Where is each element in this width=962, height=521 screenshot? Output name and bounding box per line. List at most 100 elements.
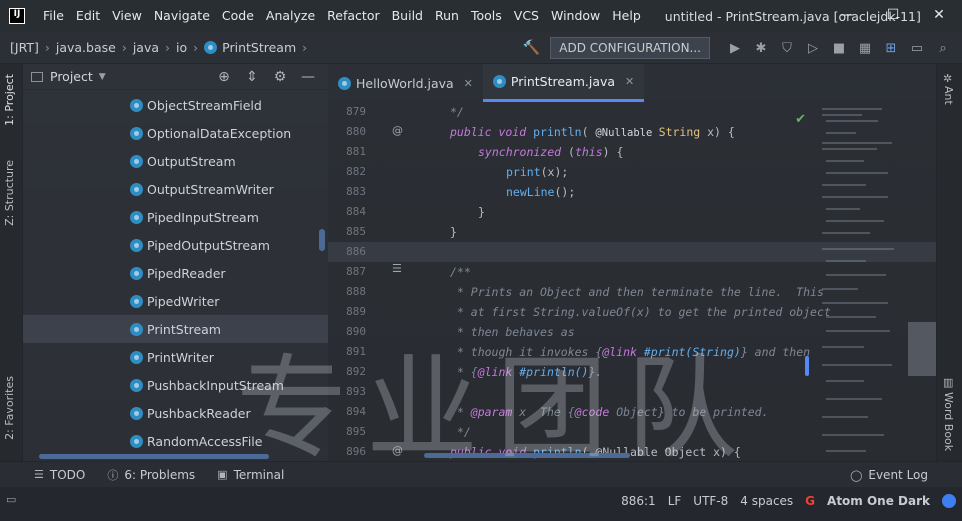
run-icon[interactable]: ▶: [722, 41, 748, 56]
breadcrumb-io[interactable]: io: [176, 40, 187, 55]
tree-item[interactable]: ObjectStreamField: [23, 91, 328, 119]
theme-indicator-icon[interactable]: [942, 494, 956, 508]
menu-build[interactable]: Build: [386, 0, 429, 32]
menu-vcs[interactable]: VCS: [508, 0, 545, 32]
google-translate-icon[interactable]: G: [805, 494, 815, 508]
override-marker-icon[interactable]: @: [392, 444, 403, 457]
collapse-all-icon[interactable]: ⇕: [238, 69, 266, 85]
tree-item[interactable]: PushbackInputStream: [23, 371, 328, 399]
tree-item[interactable]: OutputStreamWriter: [23, 175, 328, 203]
close-icon[interactable]: ✕: [625, 75, 634, 88]
chevron-down-icon[interactable]: ▼: [99, 72, 106, 82]
project-title[interactable]: Project: [50, 69, 93, 84]
coverage-shield-icon[interactable]: ⛉: [774, 41, 800, 56]
run-toolbar: 🔨 ADD CONFIGURATION... ▶ ✱ ⛉ ▷ ■ ▦ ⊞ ▭ ⌕: [523, 32, 956, 64]
tab-favorites[interactable]: 2: Favorites: [3, 376, 16, 440]
tab-structure[interactable]: Z: Structure: [3, 160, 16, 226]
tree-item[interactable]: OutputStream: [23, 147, 328, 175]
todo-button[interactable]: ☰ TODO: [34, 468, 85, 482]
add-configuration-button[interactable]: ADD CONFIGURATION...: [550, 37, 710, 59]
breadcrumb-printstream[interactable]: PrintStream: [222, 40, 296, 55]
menu-navigate[interactable]: Navigate: [148, 0, 216, 32]
tab-word-book[interactable]: Word Book: [942, 392, 955, 451]
project-horizontal-scrollbar[interactable]: [39, 454, 269, 459]
terminal-window-icon[interactable]: ▭: [904, 41, 930, 56]
tree-item-label: RandomAccessFile: [147, 433, 263, 449]
file-encoding[interactable]: UTF-8: [693, 494, 728, 508]
override-marker-icon[interactable]: @: [392, 124, 403, 137]
code-text: * {@link #println()}.: [450, 365, 603, 379]
line-number: 887: [346, 265, 366, 278]
line-number: 895: [346, 425, 366, 438]
locate-target-icon[interactable]: ⊕: [210, 69, 238, 85]
tab-label: PrintStream.java: [510, 74, 616, 89]
menu-help[interactable]: Help: [606, 0, 647, 32]
profile-run-icon[interactable]: ▷: [800, 41, 826, 56]
tree-item[interactable]: PipedReader: [23, 259, 328, 287]
debug-bug-icon[interactable]: ✱: [748, 41, 774, 56]
problems-button[interactable]: ⓘ 6: Problems: [107, 467, 195, 483]
menu-tools[interactable]: Tools: [465, 0, 508, 32]
menu-run[interactable]: Run: [429, 0, 465, 32]
project-panel: Project ▼ ⊕ ⇕ ⚙ — ObjectStreamField Opti…: [23, 64, 328, 461]
close-icon[interactable]: ✕: [464, 77, 473, 90]
scroll-position-marker[interactable]: [805, 356, 809, 376]
theme-name[interactable]: Atom One Dark: [827, 494, 930, 508]
menu-refactor[interactable]: Refactor: [321, 0, 385, 32]
menu-view[interactable]: View: [106, 0, 148, 32]
close-button[interactable]: ✕: [916, 0, 962, 32]
tree-item[interactable]: OptionalDataException: [23, 119, 328, 147]
tree-item[interactable]: PrintWriter: [23, 343, 328, 371]
warning-circle-icon: ⓘ: [107, 468, 119, 482]
translate-icon[interactable]: ⊞: [878, 41, 904, 56]
tab-printstream[interactable]: PrintStream.java ✕: [482, 64, 645, 102]
stop-icon[interactable]: ■: [826, 41, 852, 56]
breadcrumb-java[interactable]: java: [133, 40, 159, 55]
terminal-icon: ▣: [217, 468, 228, 481]
menu-analyze[interactable]: Analyze: [260, 0, 321, 32]
tab-helloworld[interactable]: HelloWorld.java ✕: [328, 64, 483, 102]
caret-position[interactable]: 886:1: [621, 494, 656, 508]
tree-item[interactable]: PipedOutputStream: [23, 231, 328, 259]
speech-bubble-icon: ◯: [850, 468, 863, 482]
tree-item[interactable]: PipedInputStream: [23, 203, 328, 231]
code-text: public void println( @Nullable String x)…: [450, 125, 735, 139]
navigation-bar: [JRT] › java.base › java › io › PrintStr…: [0, 32, 962, 64]
breadcrumb-jrt[interactable]: [JRT]: [10, 40, 39, 55]
line-separator[interactable]: LF: [668, 494, 682, 508]
menu-file[interactable]: File: [37, 0, 70, 32]
hide-minus-icon[interactable]: —: [294, 69, 322, 85]
menu-edit[interactable]: Edit: [70, 0, 106, 32]
editor-horizontal-scrollbar[interactable]: [424, 453, 630, 458]
menu-window[interactable]: Window: [545, 0, 606, 32]
status-toggle-icon[interactable]: ▭: [6, 493, 16, 506]
project-structure-icon[interactable]: ▦: [852, 41, 878, 56]
breadcrumb-java-base[interactable]: java.base: [56, 40, 116, 55]
tab-ant[interactable]: Ant: [942, 86, 955, 105]
gear-icon[interactable]: ⚙: [266, 69, 294, 85]
code-text: * @param x The {@code Object} to be prin…: [450, 405, 769, 419]
tree-item-label: PrintStream: [147, 321, 221, 337]
minimize-button[interactable]: —: [824, 0, 870, 32]
code-text: public void println( @Nullable Object x)…: [450, 445, 741, 459]
search-icon[interactable]: ⌕: [930, 41, 956, 56]
tree-item[interactable]: PipedWriter: [23, 287, 328, 315]
editor-vertical-scroll-thumb[interactable]: [908, 322, 936, 376]
title-bar: IJ File Edit View Navigate Code Analyze …: [0, 0, 962, 32]
project-vertical-scrollbar[interactable]: [319, 229, 325, 251]
class-icon: [130, 266, 143, 280]
code-minimap[interactable]: [818, 102, 908, 461]
tab-project[interactable]: 1: Project: [3, 74, 16, 126]
build-hammer-icon[interactable]: 🔨: [523, 40, 540, 56]
maximize-button[interactable]: ☐: [870, 0, 916, 32]
event-log-button[interactable]: ◯ Event Log: [850, 462, 928, 488]
class-icon: [130, 322, 143, 336]
indent-setting[interactable]: 4 spaces: [740, 494, 793, 508]
line-number: 896: [346, 445, 366, 458]
menu-code[interactable]: Code: [216, 0, 260, 32]
terminal-button[interactable]: ▣ Terminal: [217, 468, 284, 482]
tree-item[interactable]: RandomAccessFile: [23, 427, 328, 455]
tree-item-selected[interactable]: PrintStream: [23, 315, 328, 343]
doc-render-icon[interactable]: ☰: [392, 262, 402, 275]
tree-item[interactable]: PushbackReader: [23, 399, 328, 427]
